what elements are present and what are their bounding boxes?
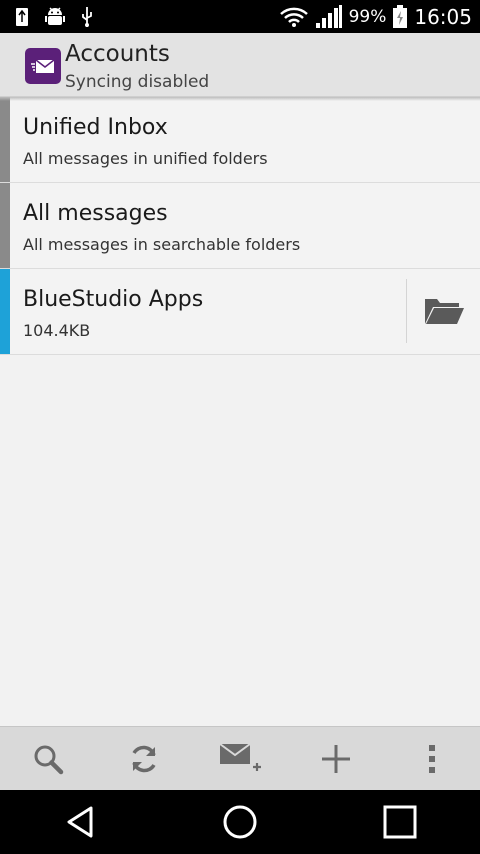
account-item-all-messages[interactable]: All messages All messages in searchable … xyxy=(0,183,480,269)
navigation-bar xyxy=(0,790,480,854)
search-icon xyxy=(34,745,64,774)
usb-debug-icon xyxy=(16,8,28,26)
clock: 16:05 xyxy=(414,5,472,29)
recents-icon xyxy=(383,805,417,839)
back-button[interactable] xyxy=(0,790,160,854)
bottom-toolbar xyxy=(0,726,480,790)
account-color-marker xyxy=(0,97,10,182)
account-color-marker xyxy=(0,269,10,354)
account-title: All messages xyxy=(23,201,168,226)
notification-icons xyxy=(14,5,94,29)
back-icon xyxy=(67,806,93,838)
app-header: Accounts Syncing disabled xyxy=(0,33,480,97)
mail-app-icon[interactable] xyxy=(25,48,61,84)
recents-button[interactable] xyxy=(320,790,480,854)
account-item-bluestudio-apps[interactable]: BlueStudio Apps 104.4KB xyxy=(0,269,480,355)
folder-icon xyxy=(424,299,464,324)
wifi-icon xyxy=(279,7,308,27)
battery-icon xyxy=(393,5,408,28)
compose-button[interactable] xyxy=(192,727,288,790)
refresh-button[interactable] xyxy=(96,727,192,790)
account-item-unified-inbox[interactable]: Unified Inbox All messages in unified fo… xyxy=(0,97,480,183)
account-title: Unified Inbox xyxy=(23,115,168,140)
home-icon xyxy=(223,805,257,839)
signal-icon xyxy=(315,5,342,28)
account-list: Unified Inbox All messages in unified fo… xyxy=(0,97,480,355)
refresh-icon xyxy=(132,745,156,772)
add-icon xyxy=(322,744,350,773)
usb-icon xyxy=(82,7,92,27)
system-status: 99% 16:05 xyxy=(279,4,472,30)
overflow-menu-button[interactable] xyxy=(384,727,480,790)
account-subtitle: All messages in searchable folders xyxy=(23,235,301,254)
status-bar: 99% 16:05 xyxy=(0,0,480,33)
header-shadow xyxy=(0,97,480,101)
home-button[interactable] xyxy=(160,790,320,854)
overflow-menu-icon xyxy=(429,744,435,773)
sync-status: Syncing disabled xyxy=(65,72,210,92)
compose-mail-icon xyxy=(219,742,261,771)
account-color-marker xyxy=(0,183,10,268)
account-size: 104.4KB xyxy=(23,321,91,340)
android-debug-icon xyxy=(45,7,65,25)
folders-button[interactable] xyxy=(406,279,480,343)
add-account-button[interactable] xyxy=(288,727,384,790)
battery-percent: 99% xyxy=(348,7,387,27)
envelope-icon xyxy=(31,59,55,73)
account-title: BlueStudio Apps xyxy=(23,287,204,312)
search-button[interactable] xyxy=(0,727,96,790)
page-title: Accounts xyxy=(65,41,170,67)
account-subtitle: All messages in unified folders xyxy=(23,149,268,168)
